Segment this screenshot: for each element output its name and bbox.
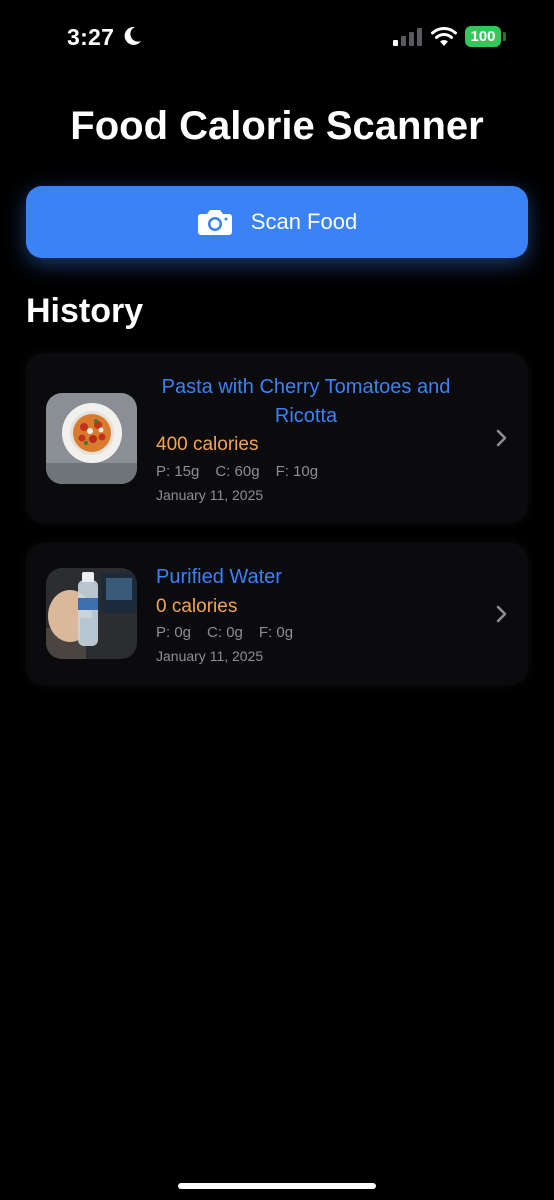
wifi-icon — [431, 27, 457, 46]
protein-value: P: 15g — [156, 463, 200, 480]
app-screen: 3:27 100 Food Calorie Scanner Scan Food … — [0, 0, 554, 1200]
page-title: Food Calorie Scanner — [70, 104, 484, 148]
scan-food-button[interactable]: Scan Food — [26, 186, 528, 258]
history-item-name: Pasta with Cherry Tomatoes and Ricotta — [161, 376, 451, 427]
water-thumbnail — [46, 568, 137, 659]
history-item-date: January 11, 2025 — [156, 487, 264, 503]
history-item-water[interactable]: Purified Water 0 calories P: 0g C: 0g F:… — [26, 543, 528, 685]
pasta-thumbnail — [46, 393, 137, 484]
fat-value: F: 10g — [275, 463, 319, 480]
fat-value: F: 0g — [258, 624, 294, 641]
water-bottle-photo — [46, 568, 137, 659]
history-item-calories: 0 calories — [156, 596, 238, 617]
battery-icon: 100 — [465, 26, 501, 47]
history-item-date: January 11, 2025 — [156, 648, 264, 664]
protein-value: P: 0g — [156, 624, 192, 641]
history-heading: History — [26, 292, 144, 330]
history-item-macros: P: 0g C: 0g F: 0g — [156, 624, 309, 641]
carbs-value: C: 60g — [215, 463, 260, 480]
status-time: 3:27 — [67, 24, 115, 50]
pasta-photo — [46, 393, 137, 484]
home-indicator[interactable] — [178, 1183, 376, 1189]
scan-food-label: Scan Food — [250, 209, 358, 234]
chevron-right-icon — [496, 429, 507, 447]
history-item-calories: 400 calories — [156, 434, 259, 455]
battery-nub — [503, 32, 506, 41]
history-item-name: Purified Water — [156, 566, 282, 588]
history-item-macros: P: 15g C: 60g F: 10g — [156, 463, 334, 480]
moon-icon — [124, 26, 141, 45]
carbs-value: C: 0g — [207, 624, 243, 641]
status-bar: 3:27 100 — [0, 0, 554, 76]
camera-icon — [197, 210, 232, 235]
battery-level: 100 — [470, 28, 496, 45]
history-item-pasta[interactable]: Pasta with Cherry Tomatoes and Ricotta 4… — [26, 353, 528, 523]
chevron-right-icon — [496, 605, 507, 623]
signal-icon — [393, 28, 422, 46]
